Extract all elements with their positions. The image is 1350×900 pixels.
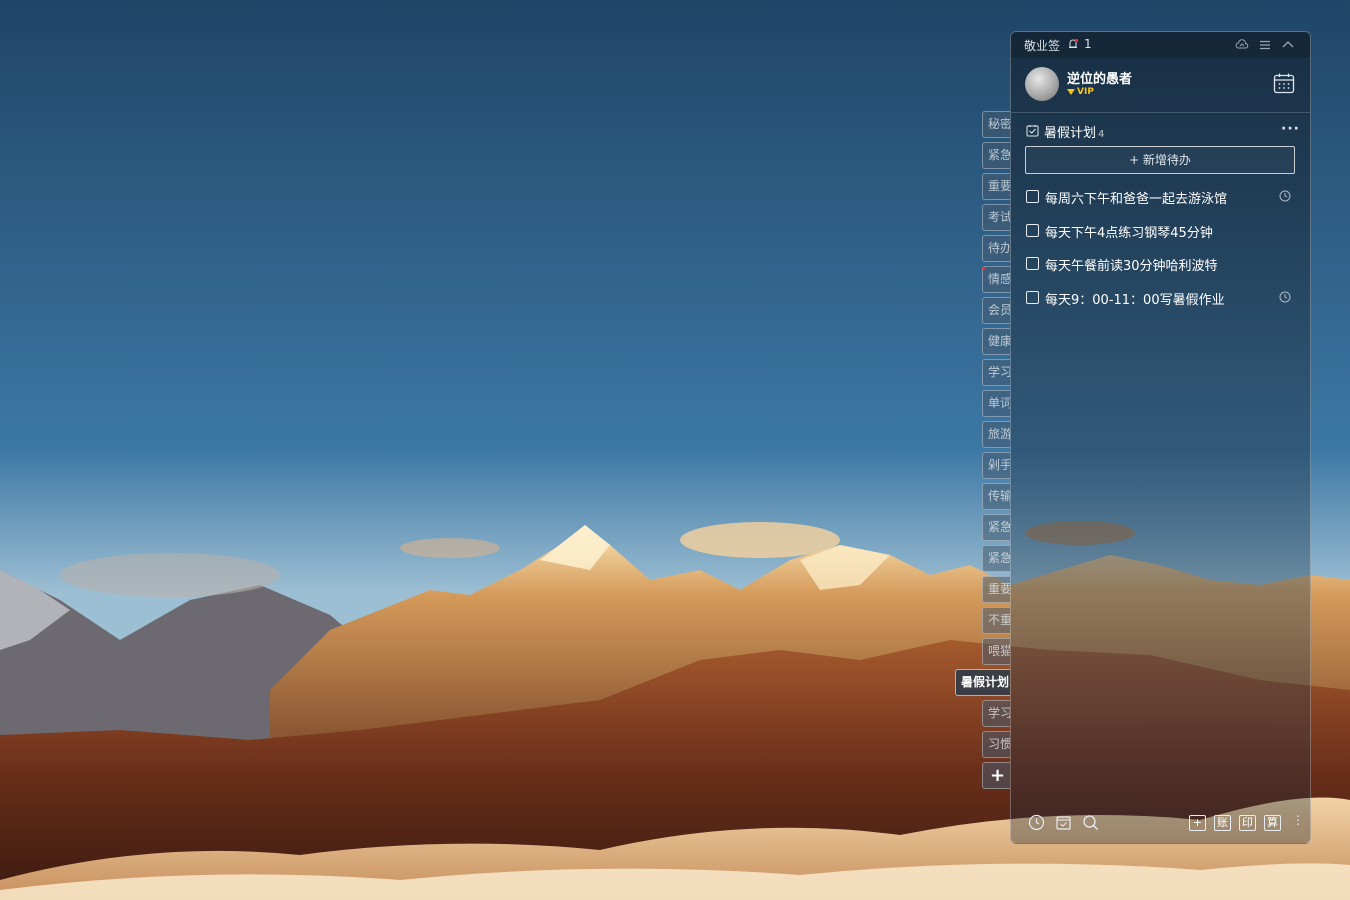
- list-title: 暑假计划 4: [1044, 122, 1104, 141]
- unread-dot: [982, 267, 985, 270]
- user-header: 逆位的愚者 VIP: [1011, 58, 1310, 113]
- cloud-sync-icon[interactable]: [1235, 38, 1249, 52]
- category-tab[interactable]: 不重: [982, 607, 1010, 634]
- todo-text[interactable]: 每周六下午和爸爸一起去游泳馆: [1045, 188, 1227, 207]
- calendar-icon[interactable]: [1273, 72, 1295, 94]
- todo-item[interactable]: 每周六下午和爸爸一起去游泳馆: [1011, 186, 1310, 208]
- bell-icon[interactable]: [1067, 38, 1079, 50]
- app-name: 敬业签: [1024, 39, 1061, 53]
- print-button[interactable]: 印: [1239, 815, 1256, 831]
- list-count: 4: [1098, 129, 1105, 140]
- todo-checkbox[interactable]: [1026, 190, 1039, 203]
- clock-icon[interactable]: [1028, 814, 1045, 831]
- todo-checkbox[interactable]: [1026, 290, 1039, 304]
- list-header: 暑假计划 4 ···: [1011, 120, 1310, 142]
- sticky-note-panel: 敬业签 1 逆位的愚者 VIP 暑假计划 4 ··· + 新增待办 每周六下午和…: [1010, 31, 1311, 844]
- todo-item[interactable]: 每天下午4点练习钢琴45分钟: [1011, 220, 1310, 242]
- more-options-button[interactable]: ···: [1281, 121, 1300, 137]
- category-tab[interactable]: 紧急: [982, 142, 1010, 169]
- completed-box-icon[interactable]: [1055, 814, 1072, 831]
- category-tab[interactable]: 情感: [982, 266, 1010, 293]
- menu-icon[interactable]: [1258, 38, 1272, 52]
- account-book-button[interactable]: 账: [1214, 815, 1231, 831]
- title-bar: 敬业签 1: [1011, 32, 1310, 58]
- add-todo-button[interactable]: + 新增待办: [1025, 146, 1295, 174]
- todo-text[interactable]: 每天9：00-11：00写暑假作业: [1045, 289, 1225, 308]
- reminder-clock-icon[interactable]: [1279, 291, 1291, 303]
- category-tab[interactable]: 会员: [982, 297, 1010, 324]
- category-tab[interactable]: 学习: [982, 700, 1010, 727]
- category-tab[interactable]: 喂猫: [982, 638, 1010, 665]
- vip-badge: VIP: [1067, 87, 1094, 97]
- list-title-text: 暑假计划: [1044, 126, 1097, 141]
- category-tab[interactable]: 健康: [982, 328, 1010, 355]
- todo-text[interactable]: 每天午餐前读30分钟哈利波特: [1045, 255, 1218, 274]
- category-tab[interactable]: 紧急: [982, 514, 1010, 541]
- notification-count: 1: [1084, 37, 1092, 51]
- diamond-icon: [1067, 88, 1075, 95]
- category-tab[interactable]: 旅游: [982, 421, 1010, 448]
- category-tab[interactable]: 紧急: [982, 545, 1010, 572]
- category-tab[interactable]: 剁手: [982, 452, 1010, 479]
- category-tab[interactable]: 待办: [982, 235, 1010, 262]
- category-tab[interactable]: 单词: [982, 390, 1010, 417]
- category-tab[interactable]: 重要: [982, 576, 1010, 603]
- add-note-button[interactable]: +: [1189, 815, 1206, 831]
- todo-text[interactable]: 每天下午4点练习钢琴45分钟: [1045, 222, 1213, 241]
- more-vertical-icon[interactable]: ⋮: [1292, 813, 1304, 827]
- collapse-chevron-icon[interactable]: [1281, 38, 1295, 52]
- category-tab[interactable]: 秘密: [982, 111, 1010, 138]
- username: 逆位的愚者: [1067, 72, 1133, 87]
- category-tab[interactable]: 传输: [982, 483, 1010, 510]
- category-tab[interactable]: 习惯: [982, 731, 1010, 758]
- search-icon[interactable]: [1082, 814, 1099, 831]
- add-tab-button[interactable]: +: [982, 762, 1010, 789]
- vip-label: VIP: [1077, 87, 1094, 97]
- bottom-toolbar: + 账 印 算 ⋮: [1011, 802, 1310, 842]
- reminder-clock-icon[interactable]: [1279, 190, 1291, 202]
- category-tab[interactable]: 重要: [982, 173, 1010, 200]
- todo-item[interactable]: 每天9：00-11：00写暑假作业: [1011, 287, 1310, 309]
- avatar[interactable]: [1025, 67, 1059, 101]
- checklist-icon: [1026, 125, 1039, 137]
- category-tab[interactable]: 学习: [982, 359, 1010, 386]
- todo-checkbox[interactable]: [1026, 223, 1039, 237]
- tab-active[interactable]: 暑假计划: [955, 669, 1010, 696]
- todo-checkbox[interactable]: [1026, 257, 1039, 270]
- calculator-button[interactable]: 算: [1264, 815, 1281, 831]
- category-tab[interactable]: 考试: [982, 204, 1010, 231]
- todo-item[interactable]: 每天午餐前读30分钟哈利波特: [1011, 253, 1310, 275]
